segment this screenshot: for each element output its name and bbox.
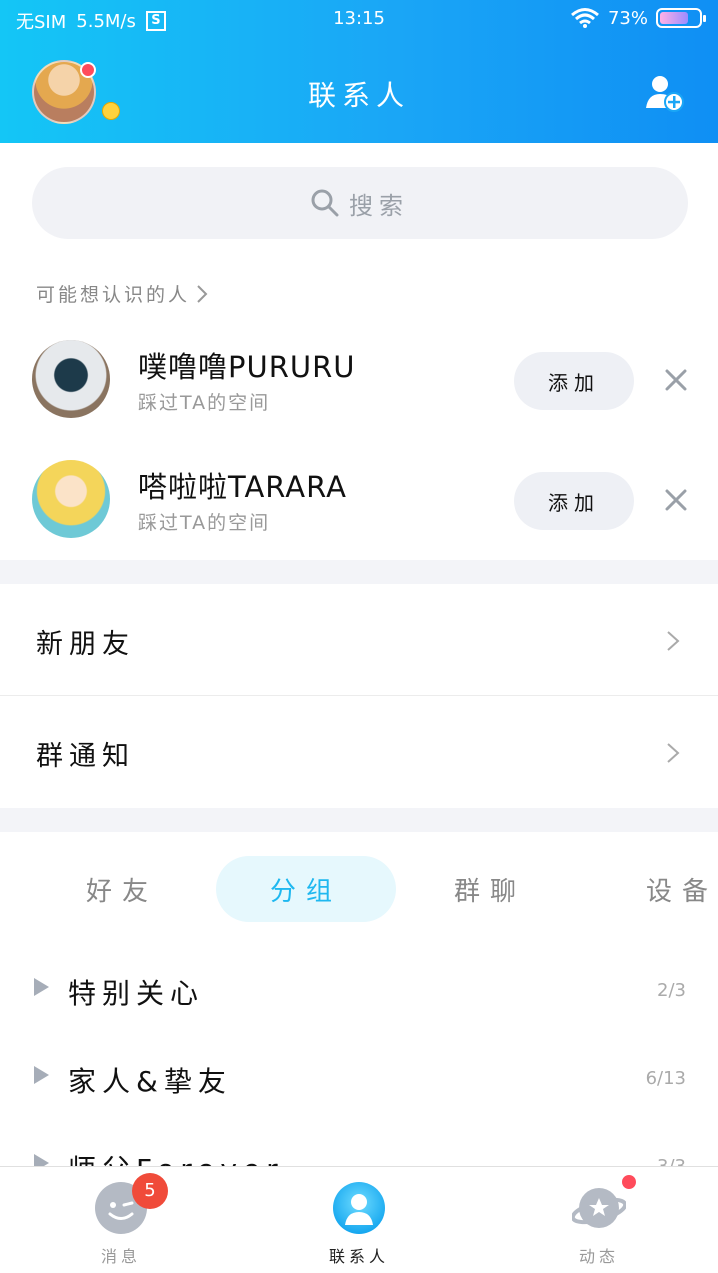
expand-arrow-icon	[34, 1066, 49, 1084]
page-title: 联系人	[307, 79, 410, 112]
tab-friends[interactable]: 好友	[32, 856, 212, 922]
menu-item-label: 新朋友	[36, 629, 135, 660]
person-name: 噗噜噜PURURU	[138, 350, 356, 384]
status-bar: 无SIM 5.5M/s S 13:15 73%	[0, 0, 718, 38]
group-item[interactable]: 家人&挚友 6/13	[0, 1034, 718, 1122]
chevron-right-icon	[197, 284, 208, 303]
nav-moments[interactable]: 动态	[524, 1167, 674, 1273]
people-you-may-know-link[interactable]: 可能想认识的人	[36, 280, 208, 307]
group-count: 2/3	[657, 980, 686, 1001]
tab-group-chats[interactable]: 群聊	[400, 856, 580, 922]
person-subtitle: 踩过TA的空间	[138, 512, 271, 534]
add-friend-button[interactable]: 添加	[514, 472, 634, 530]
battery-icon	[656, 8, 706, 28]
search-icon	[311, 189, 339, 217]
people-you-may-know-label: 可能想认识的人	[36, 284, 191, 306]
contact-tabs: 好友 分组 群聊 设备	[0, 856, 718, 922]
avatar	[32, 460, 110, 538]
wifi-icon	[571, 8, 599, 28]
expand-arrow-icon	[34, 978, 49, 996]
section-divider	[0, 808, 718, 832]
chevron-right-icon	[667, 743, 680, 763]
add-friend-button[interactable]: 添加	[514, 352, 634, 410]
person-subtitle: 踩过TA的空间	[138, 392, 271, 414]
tab-groups[interactable]: 分组	[216, 856, 396, 922]
notification-dot	[620, 1173, 638, 1191]
group-item[interactable]: 特别关心 2/3	[0, 946, 718, 1034]
recommended-person[interactable]: 噗噜噜PURURU 踩过TA的空间 添加	[0, 322, 718, 432]
unread-badge: 5	[132, 1173, 168, 1209]
contacts-icon	[333, 1182, 385, 1234]
recommended-person[interactable]: 嗒啦啦TARARA 踩过TA的空间 添加	[0, 442, 718, 552]
person-name: 嗒啦啦TARARA	[138, 470, 347, 504]
status-right: 73%	[570, 7, 706, 29]
search-bar[interactable]: 搜索	[32, 167, 688, 239]
group-name: 家人&挚友	[68, 1065, 232, 1098]
battery-level	[660, 12, 688, 24]
menu-item-new-friends[interactable]: 新朋友	[0, 584, 718, 696]
avatar	[32, 340, 110, 418]
planet-icon	[572, 1188, 626, 1228]
nav-contacts[interactable]: 联系人	[284, 1167, 434, 1273]
nav-label: 动态	[578, 1247, 619, 1266]
nav-label: 联系人	[328, 1247, 389, 1266]
tab-devices[interactable]: 设备	[600, 856, 718, 922]
search-placeholder: 搜索	[349, 191, 409, 220]
group-name: 特别关心	[68, 977, 205, 1010]
section-divider	[0, 560, 718, 584]
menu-item-label: 群通知	[36, 741, 135, 772]
chevron-right-icon	[667, 631, 680, 651]
battery-percent: 73%	[607, 7, 648, 29]
close-icon[interactable]	[664, 368, 688, 392]
close-icon[interactable]	[664, 488, 688, 512]
group-count: 6/13	[645, 1068, 686, 1089]
nav-label: 消息	[100, 1247, 141, 1266]
add-contact-icon[interactable]	[644, 74, 684, 112]
bottom-navigation: 5 消息 联系人 动态	[0, 1166, 718, 1273]
nav-messages[interactable]: 5 消息	[46, 1167, 196, 1273]
top-header: 无SIM 5.5M/s S 13:15 73% 联系人	[0, 0, 718, 143]
menu-item-group-notifications[interactable]: 群通知	[0, 696, 718, 808]
